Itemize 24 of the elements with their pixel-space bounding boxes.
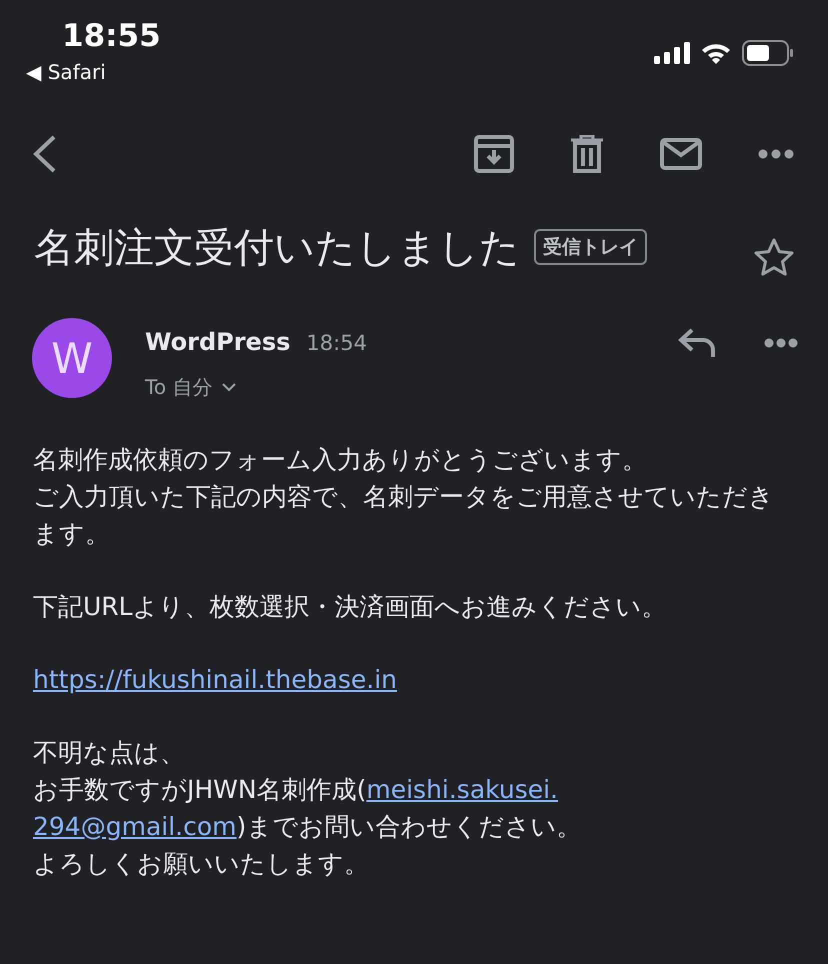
sender-name: WordPress <box>145 328 290 356</box>
body-paragraph: 不明な点は、 お手数ですがJHWN名刺作成(meishi.sakusei. 294@gmail.com)までお問い合わせください。 よろしくお願いいたします。 <box>33 737 582 880</box>
reply-button[interactable] <box>678 328 716 358</box>
sender-avatar: W <box>32 318 112 398</box>
message-time: 18:54 <box>306 331 367 355</box>
archive-button[interactable] <box>474 135 514 173</box>
mark-unread-button[interactable] <box>660 138 702 170</box>
clock-time: 18:55 <box>62 18 161 54</box>
email-subject: 名刺注文受付いたしました <box>34 224 520 272</box>
link[interactable]: 294@gmail.com <box>33 812 236 841</box>
more-button[interactable] <box>758 149 794 159</box>
link[interactable]: meishi.sakusei. <box>366 775 558 804</box>
recipient-toggle[interactable]: To 自分 <box>145 374 236 401</box>
back-to-app-link[interactable]: ◀ Safari <box>26 60 106 84</box>
body-paragraph: 名刺作成依頼のフォーム入力ありがとうございます。 ご入力頂いた下記の内容で、名刺データをご用意させていただきます。 <box>33 444 775 550</box>
battery-icon <box>742 40 794 66</box>
signal-icon <box>654 42 690 64</box>
link[interactable]: https://fukushinail.thebase.in <box>33 665 397 694</box>
body-paragraph: 下記URLより、枚数選択・決済画面へお進みください。 <box>33 591 668 623</box>
star-icon[interactable] <box>754 238 794 276</box>
delete-button[interactable] <box>570 135 604 173</box>
chevron-down-icon <box>222 383 236 392</box>
inbox-label[interactable]: 受信トレイ <box>534 229 647 265</box>
more-button[interactable] <box>764 338 798 348</box>
